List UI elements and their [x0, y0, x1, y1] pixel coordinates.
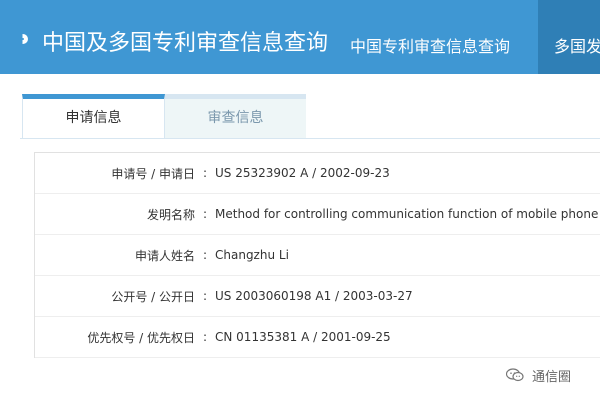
field-separator: :: [202, 166, 208, 180]
app-title: 中国及多国专利审查信息查询: [42, 31, 329, 56]
wechat-watermark: 通信圈: [506, 364, 571, 386]
invention-title-row: 发明名称 : Method for controlling communicat…: [35, 194, 600, 235]
applicant-name-row: 申请人姓名 : Changzhu Li: [35, 235, 600, 276]
priority-number-value: CN 01135381 A / 2001-09-25: [215, 330, 391, 344]
tab-examination-info[interactable]: 审查信息: [165, 94, 306, 138]
field-separator: :: [202, 248, 208, 262]
application-number-value: US 25323902 A / 2002-09-23: [215, 166, 390, 180]
publication-number-row: 公开号 / 公开日 : US 2003060198 A1 / 2003-03-2…: [35, 276, 600, 317]
nav-china-patent-query[interactable]: 中国专利审查信息查询: [350, 35, 510, 59]
watermark-text: 通信圈: [532, 369, 572, 385]
field-separator: :: [202, 207, 208, 221]
invention-title-value: Method for controlling communication fun…: [215, 207, 600, 221]
tab-application-info[interactable]: 申请信息: [22, 94, 165, 138]
app-header: 中国及多国专利审查信息查询 中国专利审查信息查询 多国发: [0, 0, 600, 74]
application-number-row: 申请号 / 申请日 : US 25323902 A / 2002-09-23: [35, 153, 600, 194]
wechat-bubble-icon: [506, 368, 524, 382]
publication-number-value: US 2003060198 A1 / 2003-03-27: [215, 289, 413, 303]
invention-title-label: 发明名称: [146, 207, 195, 222]
application-number-label: 申请号 / 申请日: [111, 166, 195, 181]
publication-number-label: 公开号 / 公开日: [111, 289, 195, 304]
tab-bar: 申请信息 审查信息: [20, 94, 600, 139]
priority-number-row: 优先权号 / 优先权日 : CN 01135381 A / 2001-09-25: [35, 317, 600, 358]
content-area: 申请信息 审查信息 申请号 / 申请日 : US 25323902 A / 20…: [20, 94, 600, 364]
nav-multi-country-query[interactable]: 多国发: [538, 0, 600, 74]
applicant-name-label: 申请人姓名: [134, 248, 195, 263]
field-separator: :: [202, 330, 208, 344]
priority-number-label: 优先权号 / 优先权日: [87, 330, 195, 345]
application-info-panel: 申请号 / 申请日 : US 25323902 A / 2002-09-23 发…: [34, 152, 600, 358]
logo-icon: [22, 34, 28, 44]
field-separator: :: [202, 289, 208, 303]
applicant-name-value: Changzhu Li: [215, 248, 289, 262]
